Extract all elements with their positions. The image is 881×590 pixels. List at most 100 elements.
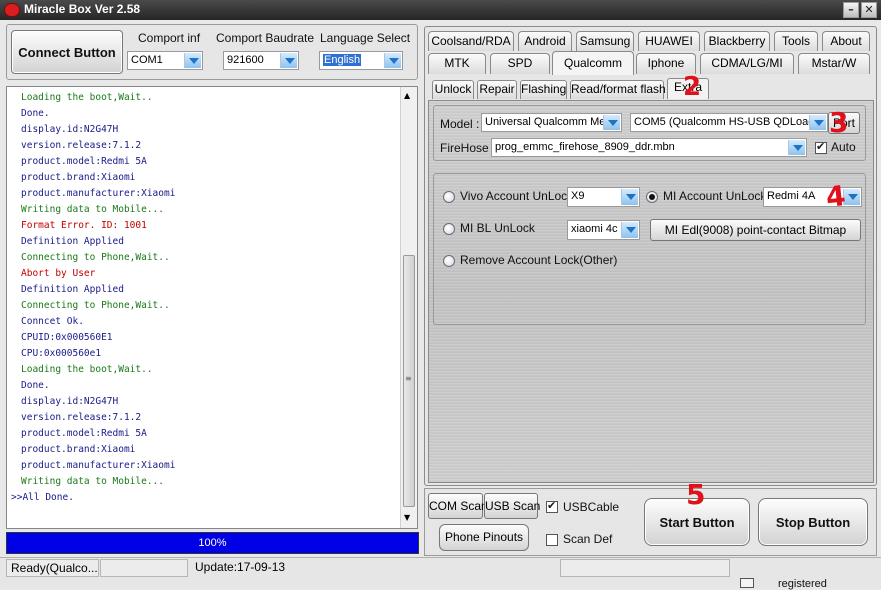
model-label: Model : [440,117,480,131]
tab-mstar-w[interactable]: Mstar/W [798,53,870,74]
connection-group: Connect Button Comport inf COM1 Comport … [6,24,418,80]
mi-account-model-select[interactable]: Redmi 4A [763,187,862,207]
usbcable-checkbox[interactable] [546,499,558,513]
update-date: Update:17-09-13 [195,560,286,574]
log-line: Done. [21,108,50,119]
log-line: display.id:N2G47H [21,396,119,407]
grip-icon: ≡ [405,374,412,383]
chevron-down-icon[interactable] [184,53,201,68]
tab-cdma-lg-mi[interactable]: CDMA/LG/MI [700,53,794,74]
chevron-down-icon[interactable] [280,53,297,68]
chevron-down-icon[interactable] [384,53,401,68]
status-cell-empty [100,559,188,577]
close-button[interactable]: ✕ [861,2,877,18]
model-group: Model : Universal Qualcomm Mel COM5 (Qua… [433,105,866,161]
log-line: Definition Applied [21,284,124,295]
mi-account-model-value: Redmi 4A [767,190,816,202]
tab-iphone[interactable]: Iphone [636,53,696,74]
log-line: display.id:N2G47H [21,124,119,135]
tab-android[interactable]: Android [518,31,572,51]
vivo-model-select[interactable]: X9 [567,187,640,207]
chevron-down-icon[interactable] [788,140,805,155]
mi-bl-label: MI BL UnLock [460,221,535,235]
firehose-label: FireHose : [440,141,496,155]
comport-label: Comport inf [138,31,201,45]
mi-bl-model-select[interactable]: xiaomi 4c [567,220,640,240]
comport-value: COM1 [131,54,163,66]
port-value: COM5 (Qualcomm HS-USB QDLoad [634,116,815,128]
scroll-down-icon[interactable]: ▼ [404,513,410,522]
status-bar: Ready(Qualco... Update:17-09-13 register… [0,557,881,590]
log-line: product.model:Redmi 5A [21,156,147,167]
log-line: product.brand:Xiaomi [21,172,136,183]
chevron-down-icon[interactable] [621,189,638,205]
subtab-repair[interactable]: Repair [477,80,517,99]
annotation-2: 2 [683,72,702,102]
log-line: product.brand:Xiaomi [21,444,136,455]
comport-select[interactable]: COM1 [127,51,203,70]
subtab-read-format-flash[interactable]: Read/format flash [570,80,666,99]
scan-def-checkbox[interactable] [546,534,558,546]
tab-spd[interactable]: SPD [490,53,550,74]
chevron-down-icon[interactable] [809,115,826,130]
mi-bl-radio[interactable] [443,223,455,235]
remove-account-radio[interactable] [443,255,455,267]
log-line: Format Error. ID: 1001 [21,220,147,231]
vivo-account-radio[interactable] [443,191,455,203]
tab-tools[interactable]: Tools [774,31,818,51]
progress-bar: 100% [6,532,419,554]
log-line: product.model:Redmi 5A [21,428,147,439]
phone-pinouts-button[interactable]: Phone Pinouts [439,524,529,551]
log-line: Loading the boot,Wait.. [21,364,153,375]
minimize-button[interactable]: – [843,2,859,18]
language-label: Language Select [320,31,411,45]
keyboard-icon [740,578,754,588]
tab-qualcomm[interactable]: Qualcomm [552,51,634,75]
action-panel: COM Scan USB Scan USBCable Phone Pinouts… [424,488,877,556]
window-title: Miracle Box Ver 2.58 [24,2,141,16]
log-line: CPUID:0x000560E1 [21,332,113,343]
baud-label: Comport Baudrate [216,31,315,45]
mi-edl-bitmap-button[interactable]: MI Edl(9008) point-contact Bitmap [650,219,861,241]
mi-account-radio[interactable] [646,191,658,203]
extra-options-group: Vivo Account UnLock X9 MI Account UnLock… [433,173,866,325]
connect-button[interactable]: Connect Button [11,30,123,74]
tab-about[interactable]: About [822,31,870,51]
stop-button[interactable]: Stop Button [758,498,868,546]
subtab-unlock[interactable]: Unlock [432,80,474,99]
log-line: version.release:7.1.2 [21,412,142,423]
log-line: product.manufacturer:Xiaomi [21,188,176,199]
tab-mtk[interactable]: MTK [428,53,486,74]
log-panel[interactable]: ▲ ≡ ▼ Loading the boot,Wait.. Done. displa… [6,86,418,529]
tab-coolsand-rda[interactable]: Coolsand/RDA [428,31,514,51]
tab-samsung[interactable]: Samsung [576,31,634,51]
scan-def-label: Scan Def [563,532,613,546]
title-bar: Miracle Box Ver 2.58 – ✕ [0,0,881,20]
chevron-down-icon[interactable] [603,115,620,130]
log-line: >>All Done. [11,492,74,503]
log-line: product.manufacturer:Xiaomi [21,460,176,471]
language-select[interactable]: English [319,51,403,70]
auto-checkbox[interactable] [815,140,827,154]
tab-blackberry[interactable]: Blackberry [704,31,770,51]
firehose-select[interactable]: prog_emmc_firehose_8909_ddr.mbn [491,138,807,157]
remove-account-label: Remove Account Lock(Other) [460,253,618,267]
log-line: Done. [21,380,50,391]
baud-value: 921600 [227,54,264,66]
log-line: Conncet Ok. [21,316,84,327]
log-line: Writing data to Mobile... [21,476,164,487]
baud-select[interactable]: 921600 [223,51,299,70]
log-line: Definition Applied [21,236,124,247]
usb-scan-button[interactable]: USB Scan [484,493,540,519]
tab-huawei[interactable]: HUAWEI [638,31,700,51]
com-scan-button[interactable]: COM Scan [428,493,488,519]
model-select[interactable]: Universal Qualcomm Mel [481,113,622,132]
log-scrollbar[interactable]: ▲ ≡ ▼ [400,87,417,528]
subtab-flashing[interactable]: Flashing [520,80,567,99]
scroll-up-icon[interactable]: ▲ [404,91,410,100]
annotation-4: 4 [824,179,848,214]
chevron-down-icon[interactable] [621,222,638,238]
status-text: Ready(Qualco... [6,559,99,577]
port-select[interactable]: COM5 (Qualcomm HS-USB QDLoad [630,113,828,132]
annotation-5: 5 [686,478,706,511]
